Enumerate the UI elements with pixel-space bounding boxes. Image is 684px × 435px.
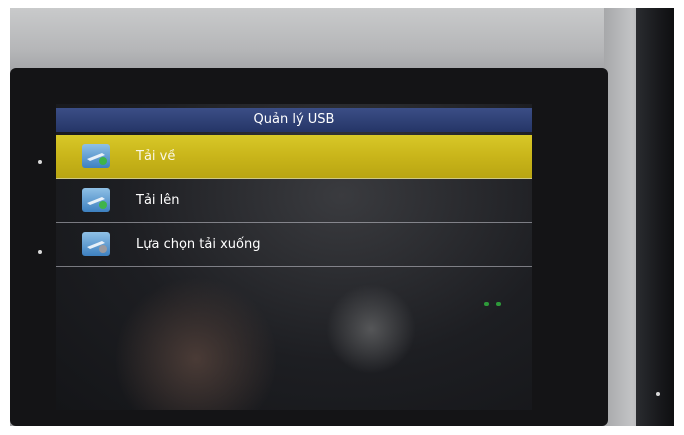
menu-item-label: Lựa chọn tải xuống <box>136 237 261 252</box>
download-options-icon <box>82 232 110 256</box>
device-screen: Quản lý USB Tải về Tải lên Lựa chọn tải … <box>56 104 532 410</box>
bezel-dot <box>38 250 42 254</box>
menu-item-upload[interactable]: Tải lên <box>56 179 532 223</box>
menu-item-label: Tải lên <box>136 193 180 208</box>
menu-item-label: Tải về <box>136 149 176 164</box>
device-bezel-edge <box>636 8 674 426</box>
menu-item-download[interactable]: Tải về <box>56 135 532 179</box>
status-led <box>496 302 501 306</box>
page-title: Quản lý USB <box>56 108 532 132</box>
screen-reflection <box>116 274 276 410</box>
bezel-dot <box>656 392 660 396</box>
upload-icon <box>82 188 110 212</box>
download-icon <box>82 144 110 168</box>
menu-item-download-options[interactable]: Lựa chọn tải xuống <box>56 223 532 267</box>
bezel-dot <box>38 160 42 164</box>
status-led <box>484 302 489 306</box>
screen-reflection <box>326 284 416 374</box>
